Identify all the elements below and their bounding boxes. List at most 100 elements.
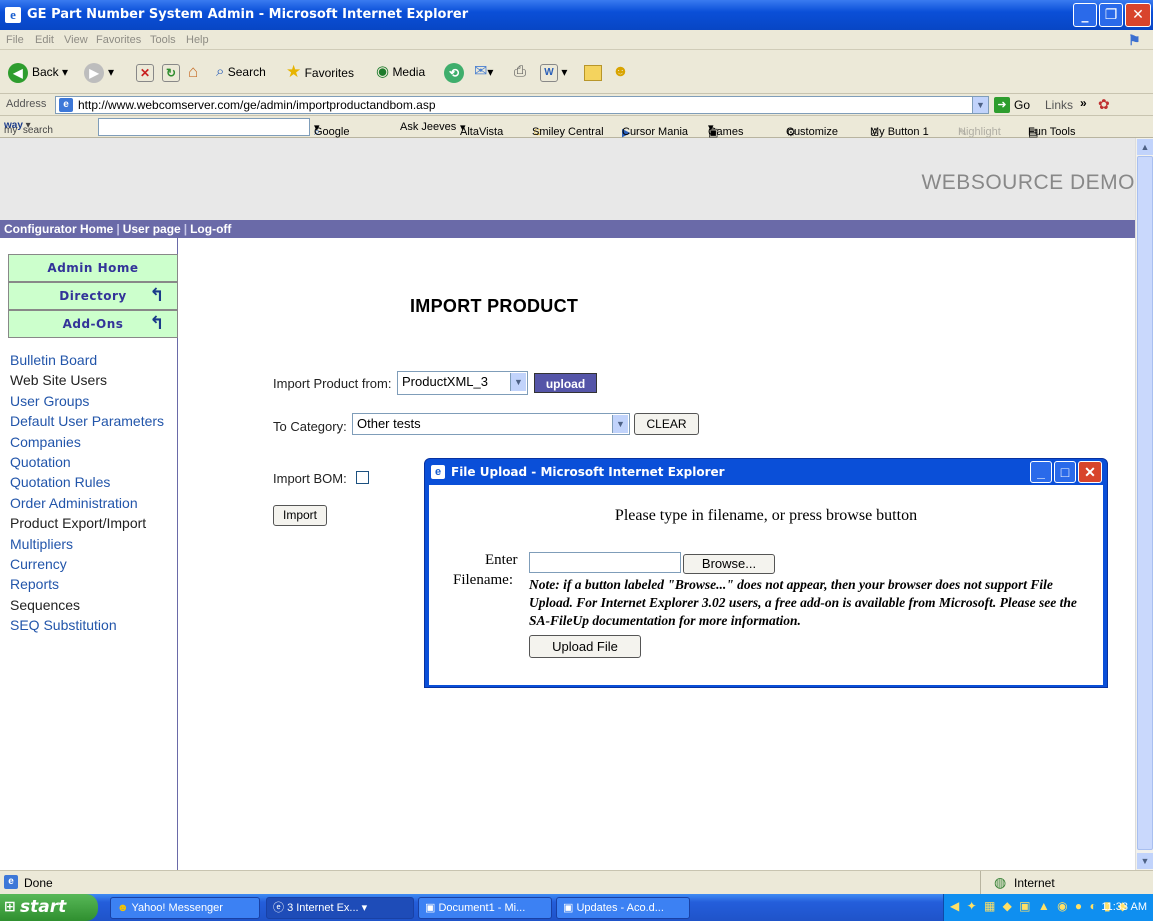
menu-bar: File Edit View Favorites Tools Help ⚑ xyxy=(0,30,1153,50)
sidebar-item-user-groups[interactable]: User Groups xyxy=(10,391,164,411)
sidebar-item-quotation-rules[interactable]: Quotation Rules xyxy=(10,472,164,492)
status-bar: e Done ◍ Internet xyxy=(0,870,1153,895)
media-button[interactable]: ◉ Media xyxy=(376,61,425,83)
scroll-thumb[interactable] xyxy=(1137,156,1153,850)
minimize-button[interactable]: _ xyxy=(1073,3,1097,27)
import-bom-checkbox[interactable] xyxy=(356,471,369,484)
favorites-star-icon: ★ xyxy=(286,62,302,81)
import-from-select[interactable]: ProductXML_3 ▼ xyxy=(397,371,528,395)
menu-view[interactable]: View xyxy=(64,34,88,46)
nav-separator: | xyxy=(116,222,120,236)
filename-input[interactable] xyxy=(529,552,681,573)
status-divider xyxy=(980,871,981,895)
dialog-maximize-button[interactable]: □ xyxy=(1054,461,1076,483)
mybutton-label: My Button 1 xyxy=(870,126,929,138)
taskbar: ⊞ start ☻ Yahoo! Messenger ⓔ 3 Internet E… xyxy=(0,894,1153,921)
dialog-minimize-button[interactable]: _ xyxy=(1030,461,1052,483)
print-button[interactable]: ⎙ xyxy=(514,61,526,83)
menu-help[interactable]: Help xyxy=(186,34,209,46)
edit-button[interactable]: W ▾ xyxy=(540,61,567,83)
vertical-scrollbar[interactable]: ▲ ▼ xyxy=(1135,138,1153,870)
address-dropdown-button[interactable]: ▼ xyxy=(972,97,988,113)
sidebar-item-order-administration[interactable]: Order Administration xyxy=(10,493,164,513)
sidebar-item-currency[interactable]: Currency xyxy=(10,554,164,574)
history-button[interactable]: ⟲ xyxy=(444,61,468,83)
links-button[interactable]: Links xyxy=(1045,98,1073,112)
task-internet-explorer[interactable]: ⓔ 3 Internet Ex... ▾ xyxy=(266,897,414,919)
chevron-down-icon[interactable]: ▼ xyxy=(612,415,628,433)
favorites-button[interactable]: ★ Favorites xyxy=(286,61,354,83)
restore-button[interactable]: ❐ xyxy=(1099,3,1123,27)
go-arrow-icon[interactable]: ➜ xyxy=(994,97,1010,113)
discuss-button[interactable] xyxy=(584,61,602,83)
sidebar-item-default-user-parameters[interactable]: Default User Parameters xyxy=(10,411,164,431)
mail-button[interactable]: ✉▾ xyxy=(474,61,493,83)
nav-user-page[interactable]: User page xyxy=(123,222,181,236)
browse-button[interactable]: Browse... xyxy=(683,554,775,574)
back-label: Back xyxy=(32,65,59,79)
sidebar-item-quotation[interactable]: Quotation xyxy=(10,452,164,472)
upload-button[interactable]: upload xyxy=(534,373,597,393)
messenger-button[interactable]: ☻ xyxy=(612,61,629,83)
task-updates[interactable]: ▣ Updates - Aco.d... xyxy=(556,897,690,919)
import-button[interactable]: Import xyxy=(273,505,327,526)
toolbar-extra-icon[interactable]: ✿ xyxy=(1098,96,1110,113)
sidebar-item-reports[interactable]: Reports xyxy=(10,574,164,594)
task-yahoo-messenger[interactable]: ☻ Yahoo! Messenger xyxy=(110,897,260,919)
start-button[interactable]: ⊞ start xyxy=(0,894,98,921)
dialog-close-button[interactable]: ✕ xyxy=(1078,461,1102,483)
category-select[interactable]: Other tests ▼ xyxy=(352,413,630,435)
sidebar-item-product-export-import[interactable]: Product Export/Import xyxy=(10,513,164,533)
sidebar-item-sequences[interactable]: Sequences xyxy=(10,595,164,615)
clear-button[interactable]: CLEAR xyxy=(634,413,699,435)
smiley-central-label: Smiley Central xyxy=(532,126,604,138)
search-icon: ⌕ xyxy=(216,63,225,80)
nav-configurator-home[interactable]: Configurator Home xyxy=(4,222,113,236)
sidebar-item-seq-substitution[interactable]: SEQ Substitution xyxy=(10,615,164,635)
stop-button[interactable]: ✕ xyxy=(136,61,154,83)
address-input[interactable]: e http://www.webcomserver.com/ge/admin/i… xyxy=(55,96,989,114)
menu-file[interactable]: File xyxy=(6,34,24,46)
sidebar-item-companies[interactable]: Companies xyxy=(10,432,164,452)
menu-tools[interactable]: Tools xyxy=(150,34,176,46)
upload-file-button[interactable]: Upload File xyxy=(529,635,641,658)
address-label: Address xyxy=(6,98,47,110)
task-document1[interactable]: ▣ Document1 - Mi... xyxy=(418,897,552,919)
brand-title: WEBSOURCE DEMO xyxy=(921,171,1135,194)
menu-favorites[interactable]: Favorites xyxy=(96,34,141,46)
chevron-right-icon[interactable]: » xyxy=(1080,96,1087,110)
altavista-label: AltaVista xyxy=(460,126,504,138)
nav-logoff[interactable]: Log-off xyxy=(190,222,231,236)
sidebar-links: Bulletin Board Web Site Users User Group… xyxy=(10,350,164,636)
refresh-button[interactable]: ↻ xyxy=(162,61,180,83)
chevron-down-icon[interactable]: ▼ xyxy=(510,373,526,391)
scroll-down-icon[interactable]: ▼ xyxy=(1137,853,1153,869)
myway-search-input[interactable] xyxy=(98,118,310,136)
altavista-button[interactable]: AltaVista ▾ xyxy=(460,121,503,138)
logo-my: my xyxy=(4,125,18,136)
admin-home-button[interactable]: Admin Home xyxy=(8,254,178,282)
sidebar-item-multipliers[interactable]: Multipliers xyxy=(10,534,164,554)
close-button[interactable]: ✕ xyxy=(1125,3,1151,27)
go-button[interactable]: Go xyxy=(1014,98,1030,112)
addons-label: Add-Ons xyxy=(62,317,124,331)
games-button[interactable]: ▣ Games ▾ xyxy=(708,121,743,139)
import-from-label: Import Product from: xyxy=(273,376,392,391)
page-icon: e xyxy=(4,875,18,889)
home-button[interactable]: ⌂ xyxy=(188,61,198,83)
mywaysearch-logo[interactable]: my way search ▾ xyxy=(4,120,53,136)
search-button[interactable]: ⌕ Search xyxy=(216,61,266,83)
forward-button[interactable]: ▶ ▾ xyxy=(84,61,114,83)
ie-icon: e xyxy=(431,465,445,479)
addons-button[interactable]: Add-Ons ↰ xyxy=(8,310,178,338)
menu-edit[interactable]: Edit xyxy=(35,34,54,46)
scroll-up-icon[interactable]: ▲ xyxy=(1137,139,1153,155)
directory-button[interactable]: Directory ↰ xyxy=(8,282,178,310)
back-button[interactable]: ◀ Back ▾ xyxy=(8,61,68,83)
google-button[interactable]: ⌕ Google ▾ xyxy=(314,121,349,138)
sidebar-item-web-site-users[interactable]: Web Site Users xyxy=(10,370,164,390)
askjeeves-button[interactable]: Ask Jeeves xyxy=(400,121,456,133)
enter-label: Enter xyxy=(485,552,518,568)
start-label: start xyxy=(20,897,67,917)
sidebar-item-bulletin-board[interactable]: Bulletin Board xyxy=(10,350,164,370)
